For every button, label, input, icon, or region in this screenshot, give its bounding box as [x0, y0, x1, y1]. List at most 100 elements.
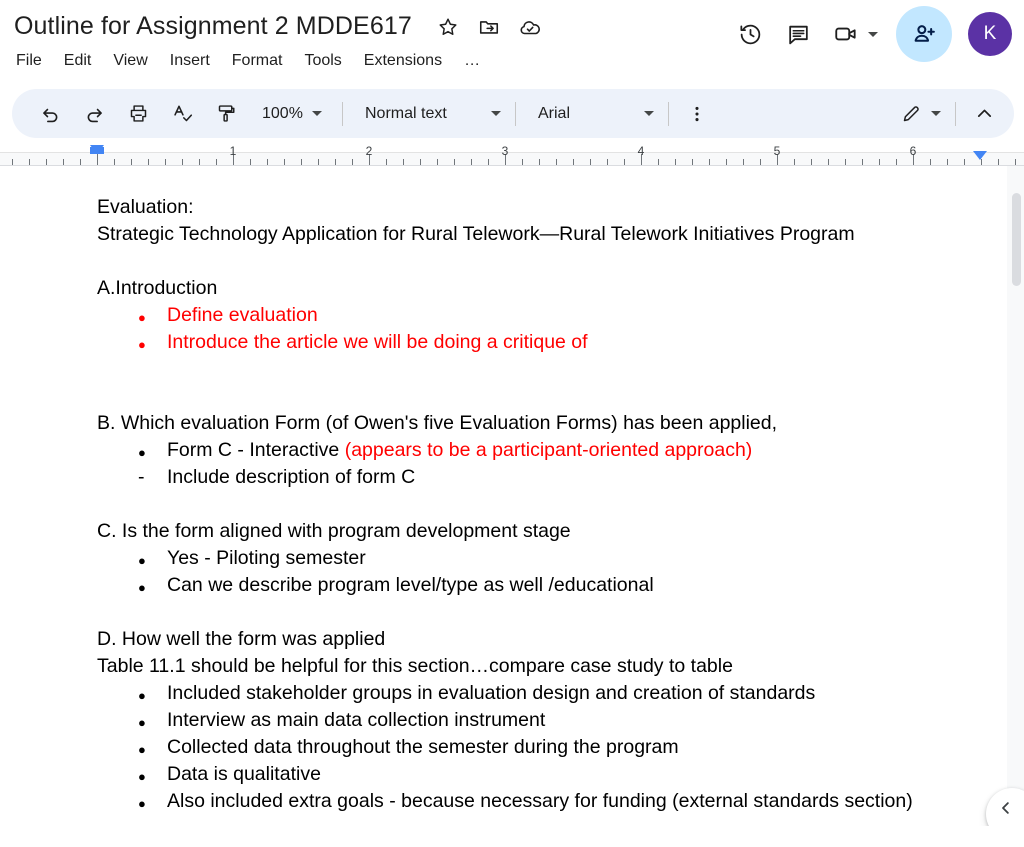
ruler-tick	[216, 159, 217, 165]
meet-call-button[interactable]	[826, 14, 882, 54]
share-button[interactable]	[896, 6, 952, 62]
menu-format[interactable]: Format	[230, 50, 285, 72]
ruler-tick	[522, 159, 523, 165]
ruler-tick	[97, 154, 98, 165]
ruler-tick	[794, 159, 795, 165]
paragraph-style-select[interactable]: Normal text	[355, 98, 503, 130]
comment-icon[interactable]	[778, 14, 818, 54]
meet-camera-icon[interactable]	[826, 14, 866, 54]
ruler-number: 3	[501, 144, 509, 158]
ruler-tick	[471, 159, 472, 165]
bullet-marker: ●	[138, 580, 146, 595]
ruler-tick	[148, 159, 149, 165]
ruler-tick	[556, 159, 557, 165]
bullet-list: ● Included stakeholder groups in evaluati…	[97, 680, 1007, 815]
bullet-marker: ●	[138, 445, 146, 460]
bullet-marker: ●	[138, 310, 146, 325]
menu-view[interactable]: View	[111, 50, 149, 72]
zoom-select[interactable]: 100%	[254, 98, 330, 130]
ruler-tick	[63, 159, 64, 165]
ruler-tick	[539, 159, 540, 165]
ruler-number: 5	[773, 144, 781, 158]
bullet-list-item[interactable]: ● Interview as main data collection instr…	[97, 707, 1007, 734]
ruler-tick	[964, 159, 965, 165]
menu-file[interactable]: File	[14, 50, 44, 72]
document-page[interactable]: Evaluation: Strategic Technology Applicat…	[0, 166, 1007, 826]
paragraph[interactable]: Table 11.1 should be helpful for this se…	[97, 653, 1007, 680]
print-icon[interactable]	[122, 98, 154, 130]
bullet-list-item[interactable]: ● Also included extra goals - because nec…	[97, 788, 1007, 815]
menu-edit[interactable]: Edit	[62, 50, 94, 72]
font-family-select[interactable]: Arial	[528, 98, 656, 130]
paragraph[interactable]: Evaluation:	[97, 194, 1007, 221]
bullet-list: ● Define evaluation ● Introduce the article…	[97, 302, 1007, 356]
menu-insert[interactable]: Insert	[168, 50, 212, 72]
toolbar-divider-2	[515, 101, 516, 126]
right-indent-marker[interactable]	[973, 151, 987, 160]
move-to-folder-icon[interactable]	[477, 15, 501, 39]
bullet-list-item[interactable]: ● Collected data throughout the semester …	[97, 734, 1007, 761]
undo-icon[interactable]	[34, 98, 66, 130]
bullet-list-item[interactable]: ● Data is qualitative	[97, 761, 1007, 788]
paragraph[interactable]: C. Is the form aligned with program deve…	[97, 518, 1007, 545]
ruler-tick	[46, 159, 47, 165]
bullet-marker: -	[138, 466, 145, 488]
ruler-tick	[165, 159, 166, 165]
meet-chevron-down-icon[interactable]	[868, 31, 878, 37]
bullet-list-item[interactable]: ● Can we describe program level/type as w…	[97, 572, 1007, 599]
spelling-check-icon[interactable]	[166, 98, 198, 130]
toolbar-divider-1	[342, 101, 343, 126]
bullet-list-item[interactable]: ● Form C - Interactive (appears to be a p…	[97, 437, 1007, 464]
bullet-list-item[interactable]: - Include description of form C	[97, 464, 1007, 491]
text-run: Collected data throughout the semester d…	[167, 736, 679, 758]
bullet-list-item[interactable]: ● Define evaluation	[97, 302, 1007, 329]
ruler[interactable]: 1 2 3 4 5 6	[0, 144, 1024, 166]
bullet-list-item[interactable]: ● Yes - Piloting semester	[97, 545, 1007, 572]
more-options-icon[interactable]	[681, 98, 713, 130]
document-title[interactable]: Outline for Assignment 2 MDDE617	[14, 8, 412, 41]
scrollbar-thumb[interactable]	[1012, 193, 1021, 286]
paint-format-icon[interactable]	[210, 98, 242, 130]
ruler-tick	[590, 159, 591, 165]
paragraph[interactable]: A.Introduction	[97, 275, 1007, 302]
toolbar-wrap: 100% Normal text Arial	[0, 86, 1024, 144]
editing-mode-select[interactable]	[893, 98, 943, 130]
version-history-icon[interactable]	[730, 14, 770, 54]
menu-overflow[interactable]: …	[462, 50, 482, 72]
ruler-tick	[403, 159, 404, 165]
ruler-tick	[80, 159, 81, 165]
paragraph[interactable]: D. How well the form was applied	[97, 626, 1007, 653]
text-run: (appears to be a participant-oriented ap…	[344, 439, 753, 461]
document-body[interactable]: Evaluation: Strategic Technology Applicat…	[0, 166, 1007, 815]
ruler-tick	[284, 159, 285, 165]
text-run: B. Which evaluation Form (of Owen's five…	[97, 412, 778, 434]
text-run: Can we describe program level/type as we…	[167, 574, 654, 596]
ruler-number: 6	[909, 144, 917, 158]
collapse-menus-icon[interactable]	[968, 98, 1000, 130]
pencil-icon[interactable]	[895, 98, 927, 130]
text-run: Strategic Technology Application for Rur…	[97, 223, 855, 245]
ruler-number: 1	[229, 144, 237, 158]
paragraph[interactable]: Strategic Technology Application for Rur…	[97, 221, 1007, 248]
left-indent-marker[interactable]	[90, 145, 104, 154]
bullet-list-item[interactable]: ● Included stakeholder groups in evaluati…	[97, 680, 1007, 707]
toolbar-divider-4	[955, 101, 956, 126]
text-run: Yes - Piloting semester	[167, 547, 366, 569]
text-run: Evaluation:	[97, 196, 194, 218]
ruler-tick	[726, 159, 727, 165]
vertical-scrollbar[interactable]	[1012, 166, 1021, 826]
menu-tools[interactable]: Tools	[302, 50, 343, 72]
paragraph[interactable]: B. Which evaluation Form (of Owen's five…	[97, 410, 1007, 437]
star-icon[interactable]	[436, 15, 460, 39]
cloud-saved-icon[interactable]	[518, 15, 542, 39]
ruler-tick	[352, 159, 353, 165]
menu-extensions[interactable]: Extensions	[362, 50, 444, 72]
avatar[interactable]: K	[968, 12, 1012, 56]
bullet-list-item[interactable]: ● Introduce the article we will be doing …	[97, 329, 1007, 356]
ruler-number: 4	[637, 144, 645, 158]
redo-icon[interactable]	[78, 98, 110, 130]
